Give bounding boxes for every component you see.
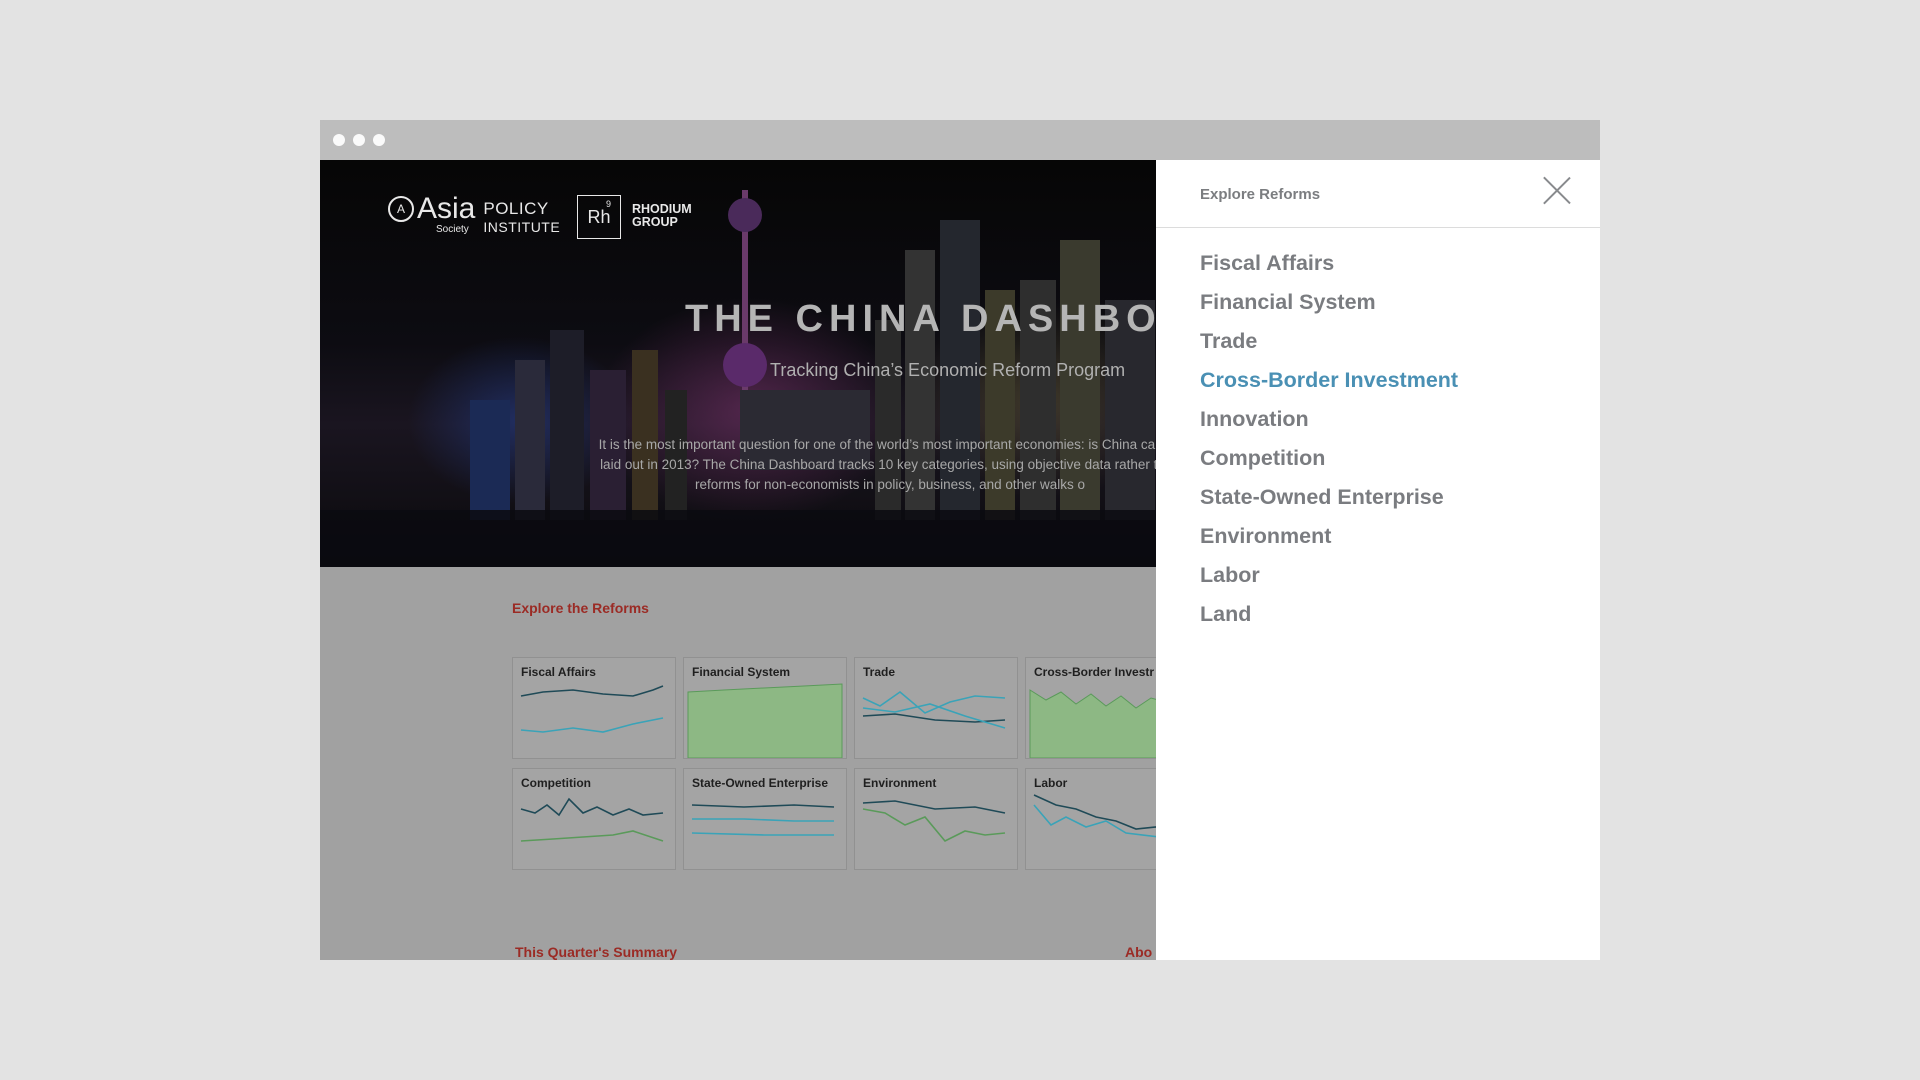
- explore-reforms-panel: Explore Reforms Fiscal Affairs Financial …: [1156, 160, 1600, 960]
- reform-card-sparkline: [520, 797, 664, 842]
- reform-card-label: Trade: [863, 665, 896, 679]
- intro-line: It is the most important question for on…: [598, 437, 1156, 452]
- sparkline-line: [691, 804, 835, 808]
- reform-card[interactable]: Fiscal Affairs: [512, 657, 676, 759]
- sparkline-line: [1033, 804, 1177, 840]
- reform-card-sparkline: [520, 685, 664, 733]
- reform-menu: Fiscal Affairs Financial System Trade Cross…: [1200, 244, 1458, 634]
- reform-card[interactable]: Competition: [512, 768, 676, 870]
- menu-item-fiscal-affairs[interactable]: Fiscal Affairs: [1200, 244, 1458, 283]
- window-dot-minimize[interactable]: [353, 134, 365, 146]
- asia-society-logo[interactable]: A Asia Society POLICY INSTITUTE: [388, 194, 560, 236]
- sparkline-line: [520, 685, 664, 697]
- asia-policy-line2: INSTITUTE: [483, 219, 561, 235]
- asia-policy-line1: POLICY: [483, 199, 549, 218]
- intro-line: laid out in 2013? The China Dashboard tr…: [600, 457, 1156, 472]
- menu-item-environment[interactable]: Environment: [1200, 517, 1458, 556]
- sparkline-line: [691, 832, 834, 836]
- quarter-summary-heading[interactable]: This Quarter's Summary: [515, 944, 677, 960]
- reform-card-sparkline: [862, 800, 1006, 842]
- reform-card-sparkline: [691, 804, 835, 836]
- asia-logo-policy: POLICY INSTITUTE: [483, 200, 560, 236]
- reform-card-label: Competition: [521, 776, 591, 790]
- reform-card-label: Cross-Border Investr: [1034, 665, 1155, 679]
- menu-item-trade[interactable]: Trade: [1200, 322, 1458, 361]
- sparkline-line: [692, 818, 834, 822]
- asia-society-seal-icon: A: [388, 196, 414, 222]
- page-subtitle: Tracking China’s Economic Reform Program: [770, 360, 1126, 380]
- browser-window: A Asia Society POLICY INSTITUTE Rh 9 RHO…: [320, 120, 1600, 960]
- menu-item-cross-border-investment[interactable]: Cross-Border Investment: [1200, 361, 1458, 400]
- hero-banner: A Asia Society POLICY INSTITUTE Rh 9 RHO…: [320, 160, 1156, 567]
- sparkline-line: [862, 800, 1006, 814]
- asia-logo-society: Society: [436, 224, 469, 235]
- rhodium-logo-name: RHODIUM GROUP: [632, 203, 692, 229]
- reform-card-label: Financial System: [692, 665, 791, 679]
- sparkline-line: [862, 703, 1006, 729]
- explore-reforms-heading: Explore the Reforms: [512, 600, 649, 616]
- reform-card[interactable]: Financial System: [683, 657, 847, 759]
- sparkline-line: [520, 797, 664, 817]
- sparkline-line: [520, 717, 664, 733]
- menu-item-innovation[interactable]: Innovation: [1200, 400, 1458, 439]
- window-dot-maximize[interactable]: [373, 134, 385, 146]
- panel-title: Explore Reforms: [1200, 186, 1321, 203]
- asia-logo-word: Asia: [417, 192, 476, 225]
- page-title: THE CHINA DASHBOA: [685, 298, 1156, 340]
- page-viewport: A Asia Society POLICY INSTITUTE Rh 9 RHO…: [320, 160, 1600, 960]
- reform-card-sparkline: [862, 690, 1006, 729]
- sparkline-line: [862, 808, 1006, 842]
- reform-card-label: Environment: [863, 776, 937, 790]
- panel-header: Explore Reforms: [1156, 160, 1600, 228]
- reform-card[interactable]: State-Owned Enterprise: [683, 768, 847, 870]
- reform-card-label: Fiscal Affairs: [521, 665, 596, 679]
- menu-item-state-owned-enterprise[interactable]: State-Owned Enterprise: [1200, 478, 1458, 517]
- menu-item-land[interactable]: Land: [1200, 595, 1458, 634]
- sparkline-line: [1033, 794, 1177, 836]
- reform-card[interactable]: Environment: [854, 768, 1018, 870]
- about-heading[interactable]: Abo: [1125, 944, 1152, 960]
- window-titlebar: [320, 120, 1600, 160]
- sparkline-line: [520, 830, 664, 842]
- reform-card-sparkline: [687, 683, 843, 758]
- reform-card-label: Labor: [1034, 776, 1068, 790]
- rhodium-line2: GROUP: [632, 215, 678, 229]
- sparkline-line: [862, 690, 1006, 714]
- menu-item-competition[interactable]: Competition: [1200, 439, 1458, 478]
- rhodium-logo-mark[interactable]: Rh 9: [577, 195, 621, 239]
- menu-item-financial-system[interactable]: Financial System: [1200, 283, 1458, 322]
- menu-item-labor[interactable]: Labor: [1200, 556, 1458, 595]
- rhodium-mark-sup: 9: [606, 199, 612, 209]
- reform-card-label: State-Owned Enterprise: [692, 776, 829, 790]
- intro-line: reforms for non-economists in policy, bu…: [695, 477, 1085, 492]
- intro-paragraph: It is the most important question for on…: [440, 435, 1156, 495]
- sparkline-area: [687, 683, 843, 758]
- close-icon[interactable]: [1542, 175, 1572, 205]
- window-dot-close[interactable]: [333, 134, 345, 146]
- reform-card[interactable]: Trade: [854, 657, 1018, 759]
